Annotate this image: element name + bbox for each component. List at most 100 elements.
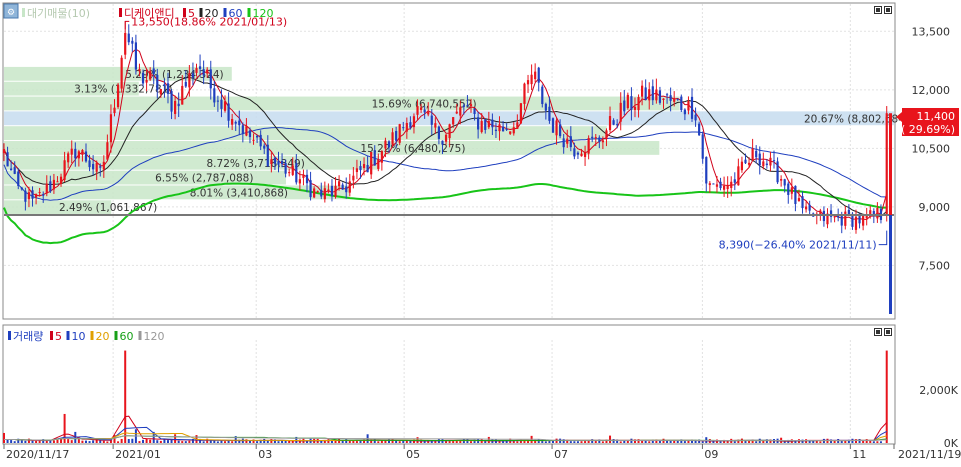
volume-bar [88,441,91,443]
candle-body [170,91,173,112]
candle-body [220,99,223,109]
candle-body [266,144,269,167]
legend-swatch [22,8,25,17]
candle-body [833,216,836,218]
volume-bar [609,435,612,443]
candle-body [109,114,113,143]
candle-body [366,164,369,173]
candle-body [808,204,811,211]
candle-body [231,118,234,125]
candle-body [469,104,473,107]
date-tick-label: 03 [258,448,272,461]
candle-body [840,215,843,226]
candle-body [223,101,227,111]
candle-body [733,179,736,183]
volume-bar [270,439,273,443]
candle-body [498,124,501,132]
volume-panel-minimize-button[interactable] [874,328,882,336]
volume-bar [576,441,579,443]
candle-body [52,179,56,190]
candle-body [188,72,191,88]
volume-panel-maximize-button[interactable] [884,328,892,336]
candle-body [202,69,205,76]
candle-body [847,209,850,215]
price-tick-label: 9,000 [919,201,951,214]
volume-bar [102,440,105,443]
candle-body [762,161,765,167]
volume-legend-item: 20 [96,330,110,343]
candle-body [487,121,490,128]
candle-body [676,98,679,100]
candle-body [248,130,252,138]
change-bar-up [889,113,892,216]
candle-body [42,194,45,196]
volume-bar [20,440,23,443]
volume-bar [637,439,640,443]
volume-bar [149,439,152,443]
candle-body [669,95,672,101]
candle-body [166,83,170,94]
candle-body [459,107,462,116]
volume-legend-item: 거래량 [13,330,43,343]
price-legend-item: 대기매물(10) [27,7,90,20]
overhang-bar [4,96,680,111]
candle-body [434,123,437,128]
volume-bar [872,441,875,443]
candle-body [120,57,123,89]
candle-body [113,107,116,114]
candle-body [419,107,423,110]
candle-body [256,135,259,138]
candle-body [31,190,34,199]
candle-body [291,165,294,175]
volume-legend-item: 120 [144,330,165,343]
volume-bar [355,441,358,443]
volume-bar [865,439,868,443]
volume-bar [131,438,134,443]
candle-body [665,94,669,96]
volume-bar [669,440,672,443]
volume-bar [765,439,768,443]
overhang-label: 8.01% (3,410,868) [190,187,288,199]
price-panel-minimize-button[interactable] [874,6,882,14]
candle-body [484,119,487,130]
candle-body [323,188,326,200]
candle-body [45,183,48,194]
candle-body [630,96,633,110]
candle-body [505,128,508,130]
legend-swatch [183,8,186,17]
volume-bar [876,441,879,443]
candle-body [673,98,676,102]
candle-body [480,121,483,133]
volume-bar [6,439,9,443]
price-panel-maximize-button[interactable] [884,6,892,14]
candle-body [719,181,722,189]
volume-bar [117,441,120,443]
price-tag-value: 11,400 [917,110,956,123]
overhang-bar [4,111,894,126]
candle-body [177,103,180,107]
volume-bar [502,441,505,443]
volume-bar [70,440,73,443]
candle-body [273,157,277,164]
candle-body [430,115,433,125]
volume-bar [13,441,16,443]
stock-chart: 5.29% (1,234,324)3.13% (1,332,781)15.69%… [0,0,961,463]
candle-body [780,179,783,181]
candle-body [633,106,637,110]
volume-bar [159,440,162,443]
legend-swatch [199,8,203,17]
candle-body [548,106,551,121]
candle-body [405,122,408,132]
candle-body [751,148,754,160]
candle-body [49,181,52,192]
volume-bar [216,441,219,443]
volume-bar [391,438,394,443]
candle-body [341,184,344,190]
candle-body [373,150,376,166]
candle-body [876,208,879,219]
legend-swatch [138,331,142,340]
volume-bar [666,440,669,443]
price-legend-item: 5 [188,7,195,20]
candle-body [437,126,441,139]
candle-body [138,69,141,72]
